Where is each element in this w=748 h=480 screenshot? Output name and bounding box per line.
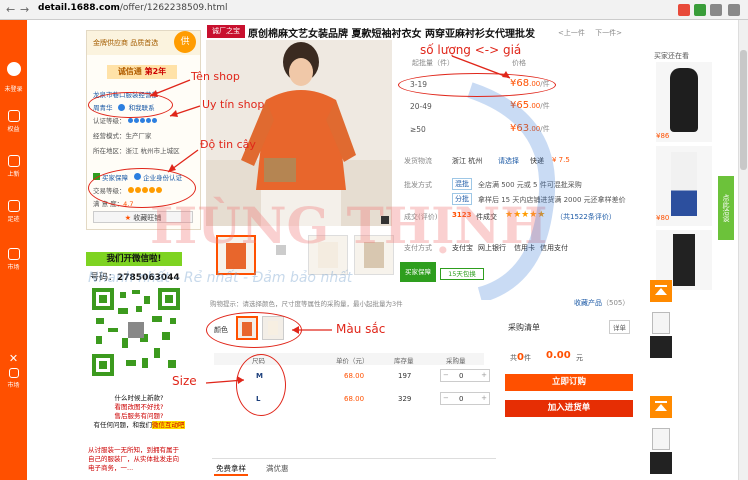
screenshot: ← → detail.1688.com/offer/1262238509.htm… [0,0,748,480]
annotation-qty-price: số lượng <-> giá [420,43,522,57]
annotation-size: Size [172,374,197,388]
annotation-trust: Độ tin cậy [200,138,256,151]
annotation-color: Màu sắc [336,322,386,336]
annotation-shop-reputation: Uy tín shop [202,98,265,111]
annotation-arrows [149,55,511,384]
annotation-shop-name: Tên shop [191,70,240,83]
